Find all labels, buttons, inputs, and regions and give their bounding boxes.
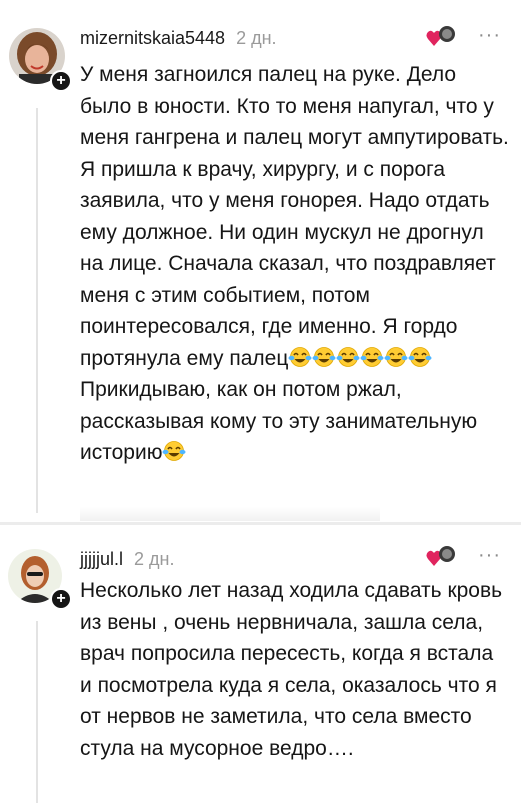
comment-2: + jjjjjul.l 2 дн. ··· Несколько лет наза… <box>0 522 521 803</box>
comment-header: jjjjjul.l 2 дн. <box>80 549 175 570</box>
thread-line <box>36 621 38 803</box>
heart-reaction-icon[interactable] <box>425 544 459 570</box>
face-with-tears-of-joy-emoji <box>312 346 336 367</box>
username[interactable]: mizernitskaia5448 <box>80 28 225 48</box>
username[interactable]: jjjjjul.l <box>80 549 123 569</box>
emoji-run-1 <box>288 346 432 370</box>
face-with-tears-of-joy-emoji <box>408 346 432 367</box>
face-with-tears-of-joy-emoji <box>360 346 384 367</box>
comment-1: + mizernitskaia5448 2 дн. ··· У меня заг… <box>0 0 521 522</box>
timestamp: 2 дн. <box>134 549 175 569</box>
face-with-tears-of-joy-emoji <box>336 346 360 367</box>
timestamp: 2 дн. <box>236 28 277 48</box>
comment-text-main: У меня загноился палец на руке. Дело был… <box>80 63 509 370</box>
face-with-tears-of-joy-emoji <box>288 346 312 367</box>
follow-plus-icon[interactable]: + <box>50 70 72 92</box>
face-with-tears-of-joy-emoji <box>384 346 408 367</box>
heart-reaction-icon[interactable] <box>425 24 459 50</box>
follow-plus-icon[interactable]: + <box>50 588 72 610</box>
comment-header: mizernitskaia5448 2 дн. <box>80 28 277 49</box>
emoji-run-2 <box>162 441 186 464</box>
more-icon[interactable]: ··· <box>478 544 501 567</box>
divider <box>80 507 380 521</box>
comment-text-tail: Прикидываю, как он потом ржал, рассказыв… <box>80 378 478 464</box>
more-icon[interactable]: ··· <box>478 24 501 47</box>
thread-line <box>36 108 38 513</box>
comment-text: У меня загноился палец на руке. Дело был… <box>80 59 510 469</box>
face-with-tears-of-joy-emoji <box>162 441 186 461</box>
comment-text: Несколько лет назад ходила сдавать кровь… <box>80 579 503 760</box>
